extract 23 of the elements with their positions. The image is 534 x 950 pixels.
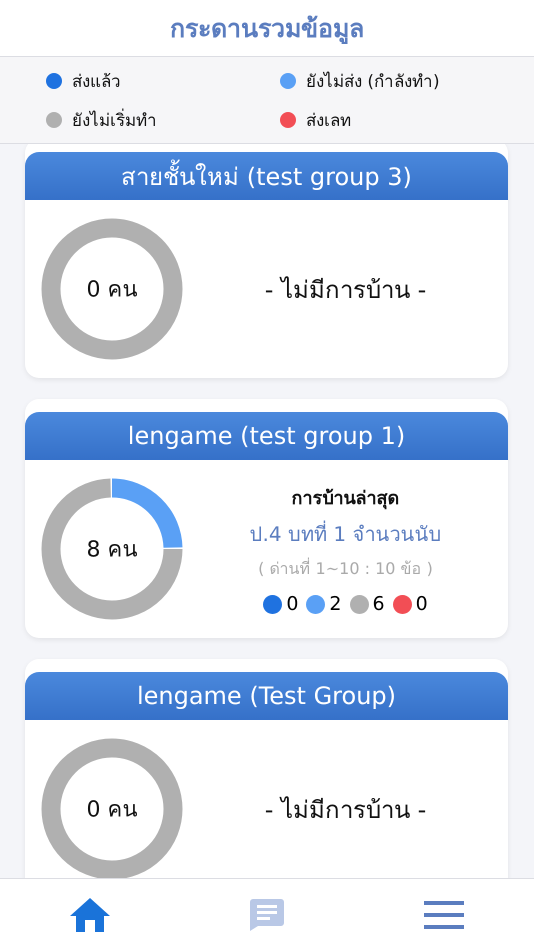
card-header: lengame (Test Group) — [25, 672, 508, 720]
home-icon — [70, 898, 110, 932]
student-count: 8 คน — [86, 536, 138, 564]
legend-label: ส่งแล้ว — [72, 71, 121, 94]
card-header: สายชั้นใหม่ (test group 3) — [25, 152, 508, 200]
no-homework-text: - ไม่มีการบ้าน - — [264, 274, 426, 306]
no-homework-text: - ไม่มีการบ้าน - — [264, 794, 426, 826]
status-count: 0 — [416, 593, 428, 615]
latest-homework-heading: การบ้านล่าสุด — [292, 487, 400, 512]
homework-title: ป.4 บทที่ 1 จำนวนนับ — [250, 520, 442, 548]
card-header: lengame (test group 1) — [25, 412, 508, 460]
status-count: 2 — [329, 593, 342, 615]
page-title: กระดานรวมข้อมูล — [170, 13, 364, 46]
legend-label: ยังไม่เริ่มทำ — [72, 106, 157, 133]
student-count: 0 คน — [86, 276, 138, 304]
status-count: 6 — [372, 593, 385, 615]
chat-icon — [250, 898, 284, 930]
legend-label: ส่งเลท — [306, 110, 351, 133]
homework-detail: ( ด่านที่ 1~10 : 10 ข้อ ) — [258, 556, 433, 580]
legend-label: ยังไม่ส่ง (กำลังทำ) — [306, 70, 440, 94]
status-count: 0 — [286, 593, 298, 615]
menu-icon — [424, 900, 464, 928]
student-count: 0 คน — [86, 796, 138, 824]
